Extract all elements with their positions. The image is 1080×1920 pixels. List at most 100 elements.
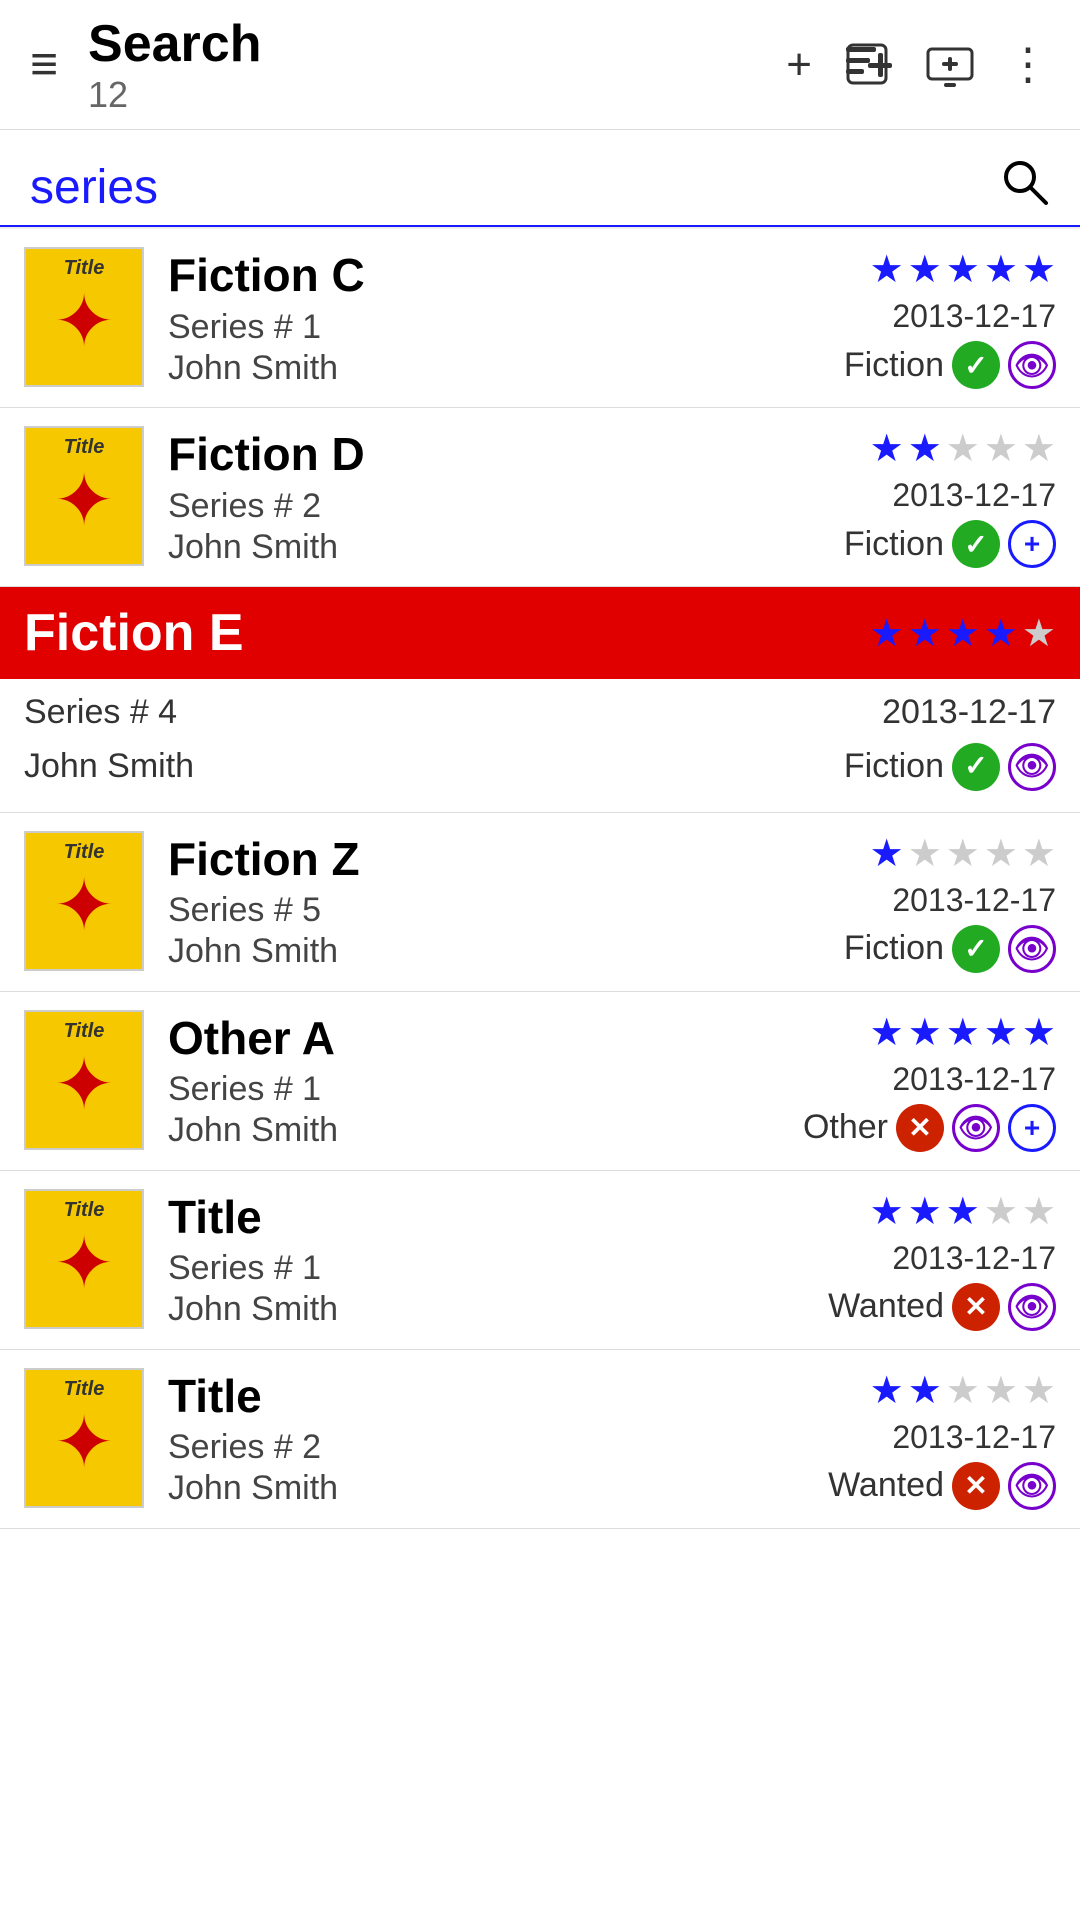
book-status-row: Wanted ✕ 👁 — [828, 1462, 1056, 1510]
book-title: Fiction D — [168, 427, 776, 482]
genre-label: Fiction — [844, 739, 944, 793]
book-series: Series # 1 — [168, 1249, 776, 1288]
book-right: ★ ★ ★ ★ ★ 2013-12-17 Wanted ✕ 👁 — [776, 1189, 1056, 1331]
book-author: John Smith — [168, 932, 776, 971]
star-5: ★ — [1022, 1189, 1056, 1234]
genre-label: Fiction — [844, 929, 944, 968]
genre-label: Wanted — [828, 1466, 944, 1505]
genre-label: Wanted — [828, 1287, 944, 1326]
book-author: John Smith — [24, 739, 194, 793]
book-author: John Smith — [168, 1469, 776, 1508]
book-series: Series # 1 — [168, 308, 776, 347]
screen-add-icon[interactable] — [924, 39, 976, 91]
eye-icon[interactable]: 👁 — [1008, 925, 1056, 973]
list-item: Title ✦ Fiction D Series # 2 John Smith … — [0, 408, 1080, 587]
book-status-row: Fiction ✓ 👁 — [844, 739, 1056, 793]
add-icon[interactable]: + — [1008, 1104, 1056, 1152]
add-button[interactable]: + — [786, 40, 812, 90]
not-read-status-icon[interactable]: ✕ — [896, 1104, 944, 1152]
book-title: Fiction E — [24, 603, 244, 663]
cover-title-label: Title — [64, 1199, 105, 1222]
book-title: Title — [168, 1190, 776, 1245]
stars-row: ★ ★ ★ ★ ★ — [870, 831, 1056, 876]
book-author: John Smith — [168, 1290, 776, 1329]
cover-star-icon: ✦ — [54, 1407, 114, 1479]
star-4: ★ — [984, 1368, 1018, 1413]
star-2: ★ — [908, 611, 942, 656]
book-author: John Smith — [168, 1111, 776, 1150]
book-cover: Title ✦ — [24, 831, 144, 971]
book-status-row: Fiction ✓ 👁 — [844, 341, 1056, 389]
book-status-row: Fiction ✓ + — [844, 520, 1056, 568]
star-1: ★ — [870, 1189, 904, 1234]
star-4: ★ — [984, 611, 1018, 656]
star-2: ★ — [908, 426, 942, 471]
star-4: ★ — [984, 426, 1018, 471]
book-series: Series # 1 — [168, 1070, 776, 1109]
book-series: Series # 2 — [168, 487, 776, 526]
star-1: ★ — [870, 426, 904, 471]
book-cover: Title ✦ — [24, 1189, 144, 1329]
book-author: John Smith — [168, 349, 776, 388]
eye-icon[interactable]: 👁 — [1008, 1283, 1056, 1331]
eye-icon[interactable]: 👁 — [1008, 1462, 1056, 1510]
star-3: ★ — [946, 1189, 980, 1234]
genre-label: Fiction — [844, 525, 944, 564]
book-info: Title Series # 2 John Smith — [168, 1368, 776, 1510]
book-info: Title Series # 1 John Smith — [168, 1189, 776, 1331]
stars-row: ★ ★ ★ ★ ★ — [870, 426, 1056, 471]
list-item: Fiction E ★ ★ ★ ★ ★ Series # 4 John Smit… — [0, 587, 1080, 813]
search-bar — [0, 130, 1080, 227]
book-cover: Title ✦ — [24, 1010, 144, 1150]
eye-icon[interactable]: 👁 — [1008, 341, 1056, 389]
add-icon[interactable]: + — [1008, 520, 1056, 568]
star-2: ★ — [908, 247, 942, 292]
book-status-row: Other ✕ 👁 + — [803, 1104, 1056, 1152]
list-item: Title ✦ Fiction Z Series # 5 John Smith … — [0, 813, 1080, 992]
list-item: Title ✦ Title Series # 2 John Smith ★ ★ … — [0, 1350, 1080, 1529]
menu-button[interactable]: ≡ — [30, 41, 58, 89]
search-input[interactable] — [30, 150, 998, 225]
read-status-icon[interactable]: ✓ — [952, 743, 1000, 791]
book-status-row: Fiction ✓ 👁 — [844, 925, 1056, 973]
cover-title-label: Title — [64, 436, 105, 459]
list-item: Title ✦ Fiction C Series # 1 John Smith … — [0, 229, 1080, 408]
star-5: ★ — [1022, 247, 1056, 292]
more-options-icon[interactable]: ⋮ — [1006, 39, 1050, 90]
book-info-right: 2013-12-17 Fiction ✓ 👁 — [844, 685, 1056, 794]
book-title: Title — [168, 1369, 776, 1424]
playlist-add-icon[interactable] — [842, 39, 894, 91]
book-right: ★ ★ ★ ★ ★ 2013-12-17 Fiction ✓ 👁 — [776, 247, 1056, 389]
book-cover: Title ✦ — [24, 426, 144, 566]
page-subtitle: 12 — [88, 74, 786, 116]
star-1: ★ — [870, 1368, 904, 1413]
book-date: 2013-12-17 — [844, 685, 1056, 739]
star-5: ★ — [1022, 1368, 1056, 1413]
read-status-icon[interactable]: ✓ — [952, 520, 1000, 568]
star-5: ★ — [1022, 611, 1056, 656]
star-3: ★ — [946, 611, 980, 656]
book-date: 2013-12-17 — [892, 1061, 1056, 1098]
star-4: ★ — [984, 247, 1018, 292]
book-cover: Title ✦ — [24, 247, 144, 387]
eye-icon[interactable]: 👁 — [952, 1104, 1000, 1152]
list-item: Title ✦ Title Series # 1 John Smith ★ ★ … — [0, 1171, 1080, 1350]
star-1: ★ — [870, 611, 904, 656]
not-read-status-icon[interactable]: ✕ — [952, 1283, 1000, 1331]
read-status-icon[interactable]: ✓ — [952, 341, 1000, 389]
read-status-icon[interactable]: ✓ — [952, 925, 1000, 973]
book-info: Fiction D Series # 2 John Smith — [168, 426, 776, 568]
search-submit-button[interactable] — [998, 155, 1050, 220]
star-4: ★ — [984, 1189, 1018, 1234]
star-3: ★ — [946, 1010, 980, 1055]
cover-title-label: Title — [64, 257, 105, 280]
star-5: ★ — [1022, 831, 1056, 876]
fiction-e-title-bar: Fiction E ★ ★ ★ ★ ★ — [0, 587, 1080, 679]
star-1: ★ — [870, 831, 904, 876]
eye-icon[interactable]: 👁 — [1008, 743, 1056, 791]
star-3: ★ — [946, 247, 980, 292]
not-read-status-icon[interactable]: ✕ — [952, 1462, 1000, 1510]
book-date: 2013-12-17 — [892, 477, 1056, 514]
book-title: Fiction Z — [168, 832, 776, 887]
book-date: 2013-12-17 — [892, 1419, 1056, 1456]
